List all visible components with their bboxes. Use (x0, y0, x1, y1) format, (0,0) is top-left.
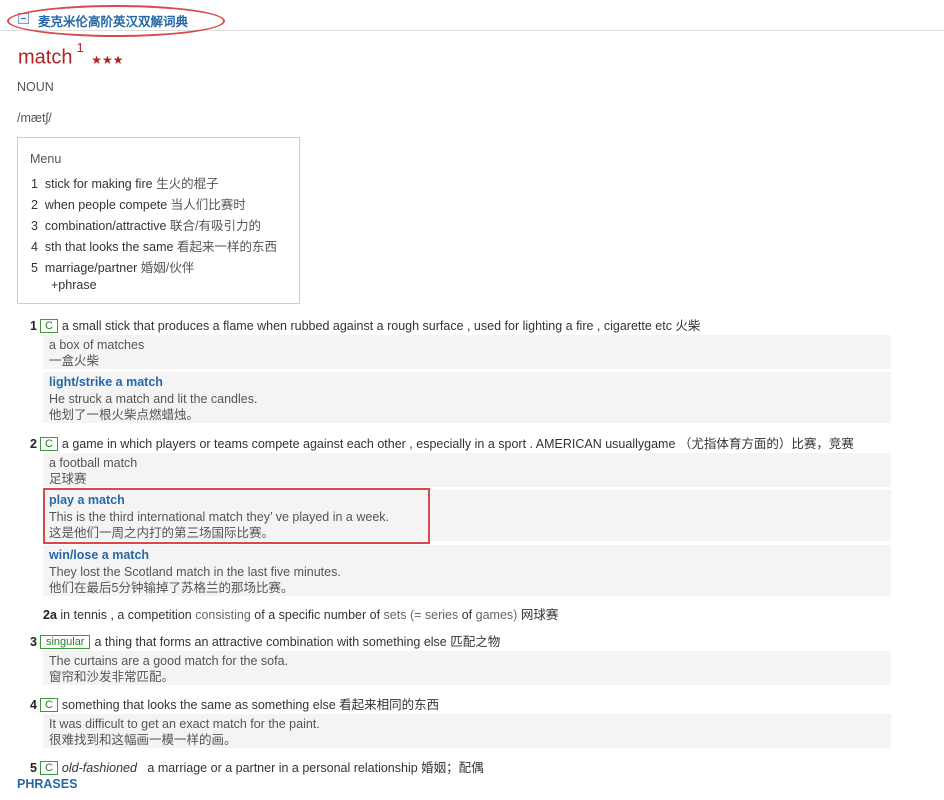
sense-1-definition: 1Ca small stick that produces a flame wh… (30, 319, 701, 333)
singular-label: singular (39, 635, 91, 649)
sense-menu: Menu 1 stick for making fire 生火的棍子 2 whe… (17, 137, 300, 304)
example-block: light/strike a match He struck a match an… (43, 372, 891, 423)
annotation-oval (7, 5, 225, 37)
sense-2-definition: 2Ca game in which players or teams compe… (30, 437, 854, 451)
menu-item-1[interactable]: 1 stick for making fire 生火的棍子 (31, 173, 219, 192)
phrases-heading[interactable]: PHRASES (17, 777, 77, 791)
menu-item-3[interactable]: 3 combination/attractive 联合/有吸引力的 (31, 215, 261, 234)
sense-2a-definition: 2a in tennis , a competition consisting … (43, 608, 559, 622)
frequency-stars: ★★★ (91, 52, 124, 67)
register-label: old-fashioned (61, 761, 137, 775)
menu-item-5[interactable]: 5 marriage/partner 婚姻/伙伴 (31, 257, 194, 276)
countable-label: C (39, 698, 58, 712)
sense-4-definition: 4 Csomething that looks the same as somet… (30, 698, 440, 712)
countable-label: C (39, 319, 58, 333)
example-block: It was difficult to get an exact match f… (43, 714, 891, 748)
example-block: The curtains are a good match for the so… (43, 651, 891, 685)
collocation-phrase: win/lose a match (49, 548, 150, 562)
homograph-number: 1 (76, 40, 84, 55)
countable-label: C (39, 761, 58, 775)
sense-5-definition: 5 Cold-fashioned a marriage or a partner … (30, 761, 484, 775)
headword-line: match 1 ★★★ (18, 40, 124, 70)
pronunciation: /mætʃ/ (17, 111, 52, 125)
example-block: win/lose a match They lost the Scotland m… (43, 545, 891, 596)
example-block: a box of matches 一盒火柴 (43, 335, 891, 369)
menu-item-2[interactable]: 2 when people compete 当人们比赛时 (31, 194, 246, 213)
sense-3-definition: 3 singular a thing that forms an attractiv… (30, 635, 501, 649)
countable-label: C (39, 437, 58, 451)
menu-title: Menu (30, 152, 62, 166)
part-of-speech: NOUN (17, 80, 54, 94)
collocation-phrase: light/strike a match (49, 375, 163, 389)
menu-phrase-link[interactable]: +phrase (51, 278, 97, 292)
annotation-highlight-box (43, 488, 430, 544)
headword: match (18, 46, 73, 69)
example-block: a football match 足球赛 (43, 453, 891, 487)
menu-item-4[interactable]: 4 sth that looks the same 看起来一样的东西 (31, 236, 277, 255)
